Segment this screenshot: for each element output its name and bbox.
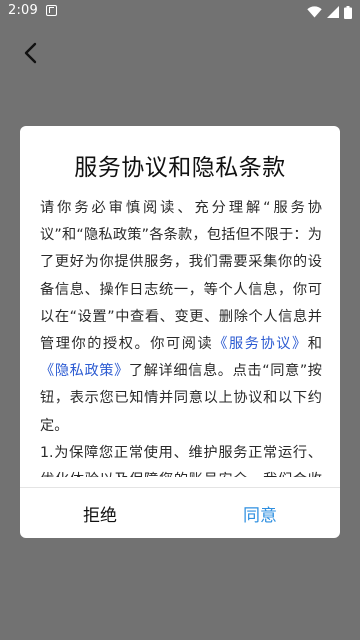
back-button[interactable] — [16, 38, 46, 68]
wifi-icon — [307, 6, 322, 18]
status-icons — [307, 5, 352, 19]
signal-icon — [327, 6, 339, 18]
agree-button[interactable]: 同意 — [180, 488, 340, 538]
terms-item-1: 1.为保障您正常使用、维护服务正常运行、优化体验以及保障您的账号安全，我们会收集… — [40, 444, 322, 477]
reject-button[interactable]: 拒绝 — [20, 488, 180, 538]
privacy-dialog: 服务协议和隐私条款 请你务必审慎阅读、充分理解“服务协议”和“隐私政策”各条款，… — [20, 126, 340, 538]
consent-paragraph: 请你务必审慎阅读、充分理解“服务协议”和“隐私政策”各条款，包括但不限于：为了更… — [40, 195, 322, 440]
chevron-left-icon — [24, 42, 37, 64]
notification-icon — [46, 5, 57, 16]
dialog-title: 服务协议和隐私条款 — [74, 155, 286, 181]
service-agreement-link[interactable]: 《服务协议》 — [213, 336, 308, 352]
dialog-body[interactable]: 请你务必审慎阅读、充分理解“服务协议”和“隐私政策”各条款，包括但不限于：为了更… — [40, 195, 322, 477]
privacy-policy-link[interactable]: 《隐私政策》 — [40, 363, 129, 379]
dialog-actions: 拒绝 同意 — [20, 488, 340, 538]
status-bar: 2:09 — [0, 0, 360, 24]
consent-text-b: 和 — [307, 336, 322, 353]
status-time: 2:09 — [8, 3, 38, 18]
battery-icon — [344, 5, 352, 19]
consent-text-a: 请你务必审慎阅读、充分理解“服务协议”和“隐私政策”各条款，包括但不限于：为了更… — [40, 200, 322, 353]
